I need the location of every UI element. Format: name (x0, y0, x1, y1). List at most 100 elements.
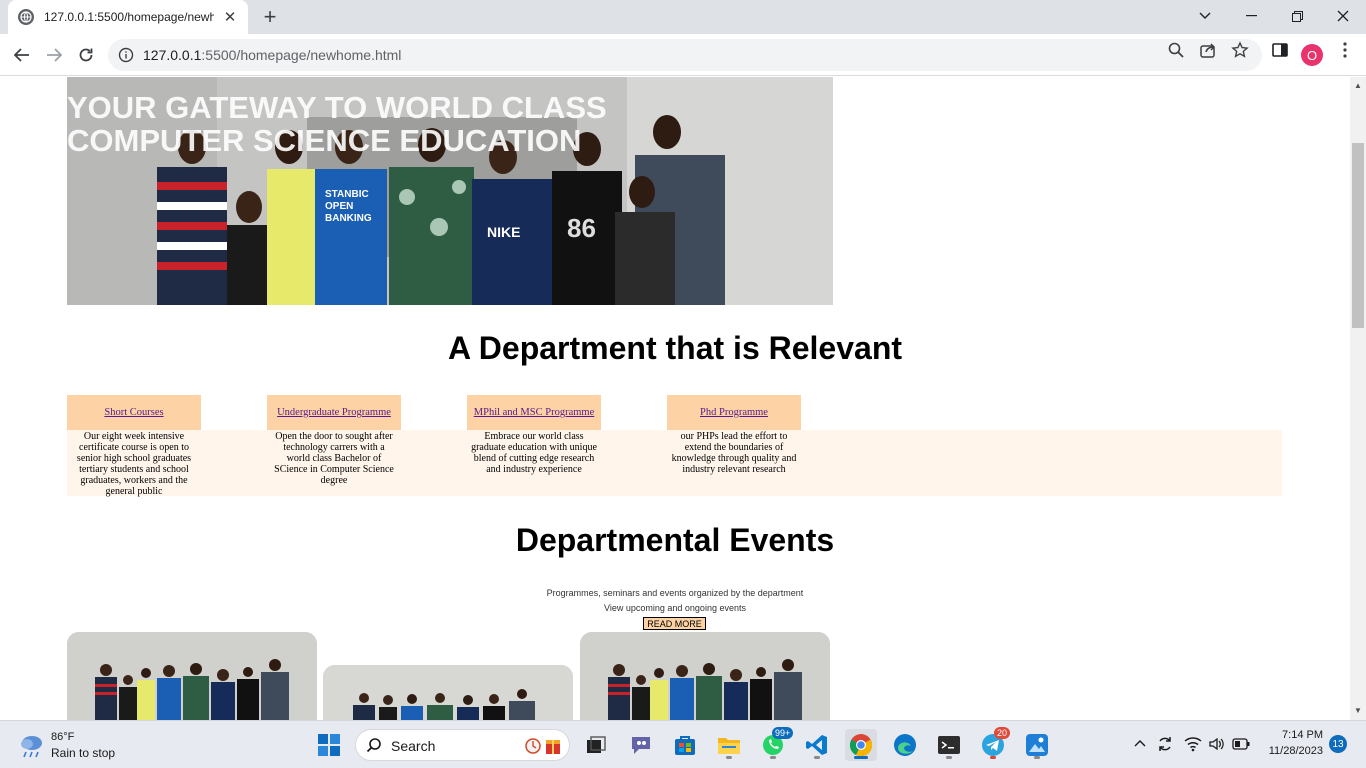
event-photo (67, 632, 317, 720)
microsoft-store-icon[interactable] (669, 729, 701, 761)
url-host: 127.0.0.1 (143, 47, 202, 63)
browser-tab[interactable]: 127.0.0.1:5500/homepage/newh ✕ (8, 0, 248, 34)
search-label: Search (391, 738, 436, 754)
windows-start-icon[interactable] (313, 729, 345, 761)
teams-chat-icon[interactable] (625, 729, 657, 761)
events-subtitle-2: View upcoming and ongoing events (604, 603, 746, 613)
relevant-heading: A Department that is Relevant (447, 330, 903, 366)
close-tab-icon[interactable]: ✕ (222, 9, 238, 26)
hero-title-line-1: YOUR GATEWAY TO WORLD CLASS (67, 90, 607, 125)
chrome-icon[interactable] (845, 729, 877, 761)
tray-chevron-up-icon[interactable] (1134, 739, 1146, 747)
url-path: :5500/homepage/newhome.html (201, 47, 402, 63)
share-icon[interactable] (1199, 41, 1217, 59)
close-window-button[interactable] (1320, 0, 1366, 32)
program-header: Short Courses (67, 395, 201, 430)
minimize-button[interactable] (1228, 0, 1274, 32)
event-photo (323, 665, 573, 720)
clock-time[interactable]: 7:14 PM (1260, 729, 1323, 741)
events-subtitle-1: Programmes, seminars and events organize… (546, 588, 804, 598)
terminal-icon[interactable] (933, 729, 965, 761)
program-description: our PHPs lead the effort to extend the b… (671, 431, 797, 475)
running-indicator (770, 756, 776, 759)
hero-title: YOUR GATEWAY TO WORLD CLASS COMPUTER SCI… (67, 91, 667, 157)
site-info-icon[interactable] (118, 47, 134, 63)
menu-kebab-icon[interactable] (1336, 41, 1354, 59)
page-scrollbar[interactable]: ▲ ▼ (1350, 77, 1366, 720)
hero-shirt-text-nike: NIKE (487, 224, 520, 240)
task-view-icon[interactable] (580, 729, 612, 761)
weather-condition: Rain to stop (51, 746, 116, 760)
zoom-search-icon[interactable] (1167, 41, 1185, 59)
program-card-phd: Phd Programme our PHPs lead the effort t… (667, 395, 801, 475)
edge-icon[interactable] (889, 729, 921, 761)
forward-arrow-icon[interactable] (41, 42, 67, 68)
telegram-icon[interactable]: 20 (977, 727, 1011, 761)
weather-widget[interactable]: 86°F Rain to stop (18, 731, 138, 761)
event-card-3[interactable] (580, 632, 830, 720)
event-photo (580, 632, 830, 720)
battery-icon[interactable] (1232, 738, 1250, 750)
clock-date[interactable]: 11/28/2023 (1256, 745, 1323, 757)
telegram-badge: 20 (994, 727, 1011, 739)
profile-avatar[interactable]: O (1301, 44, 1323, 66)
side-panel-icon[interactable] (1271, 41, 1289, 59)
program-link-mphil-msc[interactable]: MPhil and MSC Programme (474, 407, 594, 418)
rain-cloud-icon (21, 736, 42, 758)
running-indicator (946, 756, 952, 759)
search-highlight-icon (525, 738, 560, 754)
hero-shirt-text-stanbic: STANBIC (325, 189, 369, 200)
volume-icon[interactable] (1208, 736, 1224, 752)
event-card-2[interactable] (323, 665, 573, 720)
events-heading: Departmental Events (515, 522, 835, 558)
tab-strip: 127.0.0.1:5500/homepage/newh ✕ + (0, 0, 1366, 34)
program-description: Our eight week intensive certificate cou… (76, 431, 192, 497)
search-icon (366, 738, 381, 753)
program-header: Phd Programme (667, 395, 801, 430)
scrollbar-thumb[interactable] (1352, 143, 1364, 328)
url-text: 127.0.0.1:5500/homepage/newhome.html (143, 47, 401, 63)
program-card-short-courses: Short Courses Our eight week intensive c… (67, 395, 201, 497)
whatsapp-badge: 99+ (772, 727, 794, 739)
restore-button[interactable] (1274, 0, 1320, 32)
weather-temperature: 86°F (51, 731, 75, 743)
program-card-mphil-msc: MPhil and MSC Programme Embrace our worl… (467, 395, 601, 475)
program-link-undergraduate[interactable]: Undergraduate Programme (277, 407, 391, 418)
globe-icon (18, 9, 34, 25)
program-card-undergraduate: Undergraduate Programme Open the door to… (267, 395, 401, 486)
photos-app-icon[interactable] (1021, 729, 1053, 761)
new-tab-button[interactable]: + (258, 4, 282, 29)
program-description: Embrace our world class graduate educati… (471, 431, 597, 475)
active-indicator (854, 756, 868, 759)
taskbar-search-box[interactable]: Search (355, 729, 570, 761)
running-indicator (814, 756, 820, 759)
file-explorer-icon[interactable] (713, 729, 745, 761)
program-header: Undergraduate Programme (267, 395, 401, 430)
program-link-short-courses[interactable]: Short Courses (104, 407, 163, 418)
address-bar[interactable]: 127.0.0.1:5500/homepage/newhome.html (108, 39, 1262, 71)
program-description: Open the door to sought after technology… (274, 431, 394, 486)
reload-icon[interactable] (73, 42, 99, 68)
notification-count-badge[interactable]: 13 (1329, 735, 1347, 753)
hero-shirt-text-86: 86 (567, 213, 596, 243)
event-card-1[interactable] (67, 632, 317, 720)
taskbar: 86°F Rain to stop Search 99+ 20 7:14 PM … (0, 720, 1366, 768)
program-header: MPhil and MSC Programme (467, 395, 601, 430)
vscode-icon[interactable] (801, 729, 833, 761)
scroll-down-arrow-icon[interactable]: ▼ (1354, 706, 1362, 715)
wifi-icon[interactable] (1184, 736, 1202, 752)
running-indicator (1034, 756, 1040, 759)
bookmark-star-icon[interactable] (1231, 41, 1249, 59)
program-link-phd[interactable]: Phd Programme (700, 407, 768, 418)
whatsapp-icon[interactable]: 99+ (757, 727, 794, 761)
sync-icon[interactable] (1156, 735, 1174, 753)
tab-search-chevron-icon[interactable] (1182, 0, 1228, 32)
running-indicator (990, 756, 996, 759)
back-arrow-icon[interactable] (9, 42, 35, 68)
scroll-up-arrow-icon[interactable]: ▲ (1354, 81, 1362, 90)
hero-title-line-2: COMPUTER SCIENCE EDUCATION (67, 123, 582, 158)
tab-title: 127.0.0.1:5500/homepage/newh (44, 10, 214, 24)
browser-toolbar: 127.0.0.1:5500/homepage/newhome.html O (0, 34, 1366, 76)
read-more-button[interactable]: READ MORE (643, 617, 706, 630)
hero-shirt-text-banking: BANKING (325, 213, 372, 224)
